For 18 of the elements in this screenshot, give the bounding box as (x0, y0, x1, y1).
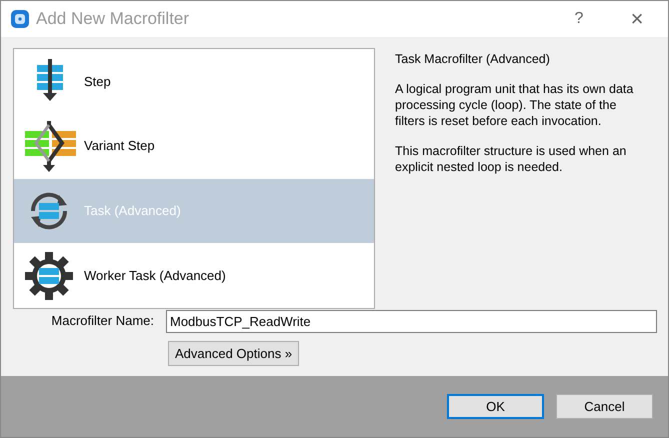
description-title: Task Macrofilter (Advanced) (395, 51, 551, 67)
item-label: Step (84, 72, 111, 91)
ok-button[interactable]: OK (447, 394, 544, 419)
help-button[interactable]: ? (557, 4, 601, 34)
close-button[interactable]: × (615, 4, 659, 34)
description-text: This macrofilter structure is used when an explicit nested loop is needed. (395, 143, 628, 175)
name-input-field[interactable]: ModbusTCP_ReadWrite (166, 310, 657, 332)
variant-step-icon (22, 119, 76, 174)
item-label: Worker Task (Advanced) (84, 266, 226, 285)
description-text: A logical program unit that has its own data processing cycle (loop). The state of the filters is reset before each invocation. (395, 81, 634, 129)
window-title: Add New Macrofilter (36, 8, 190, 30)
name-label: Macrofilter Name: (50, 312, 155, 330)
cancel-button[interactable]: Cancel (556, 394, 653, 419)
item-label: Task (Advanced) (84, 202, 181, 220)
item-label: Variant Step (84, 137, 155, 156)
gear-icon (24, 250, 74, 301)
app-icon (10, 9, 30, 29)
advanced-options-button[interactable]: Advanced Options » (168, 341, 300, 366)
